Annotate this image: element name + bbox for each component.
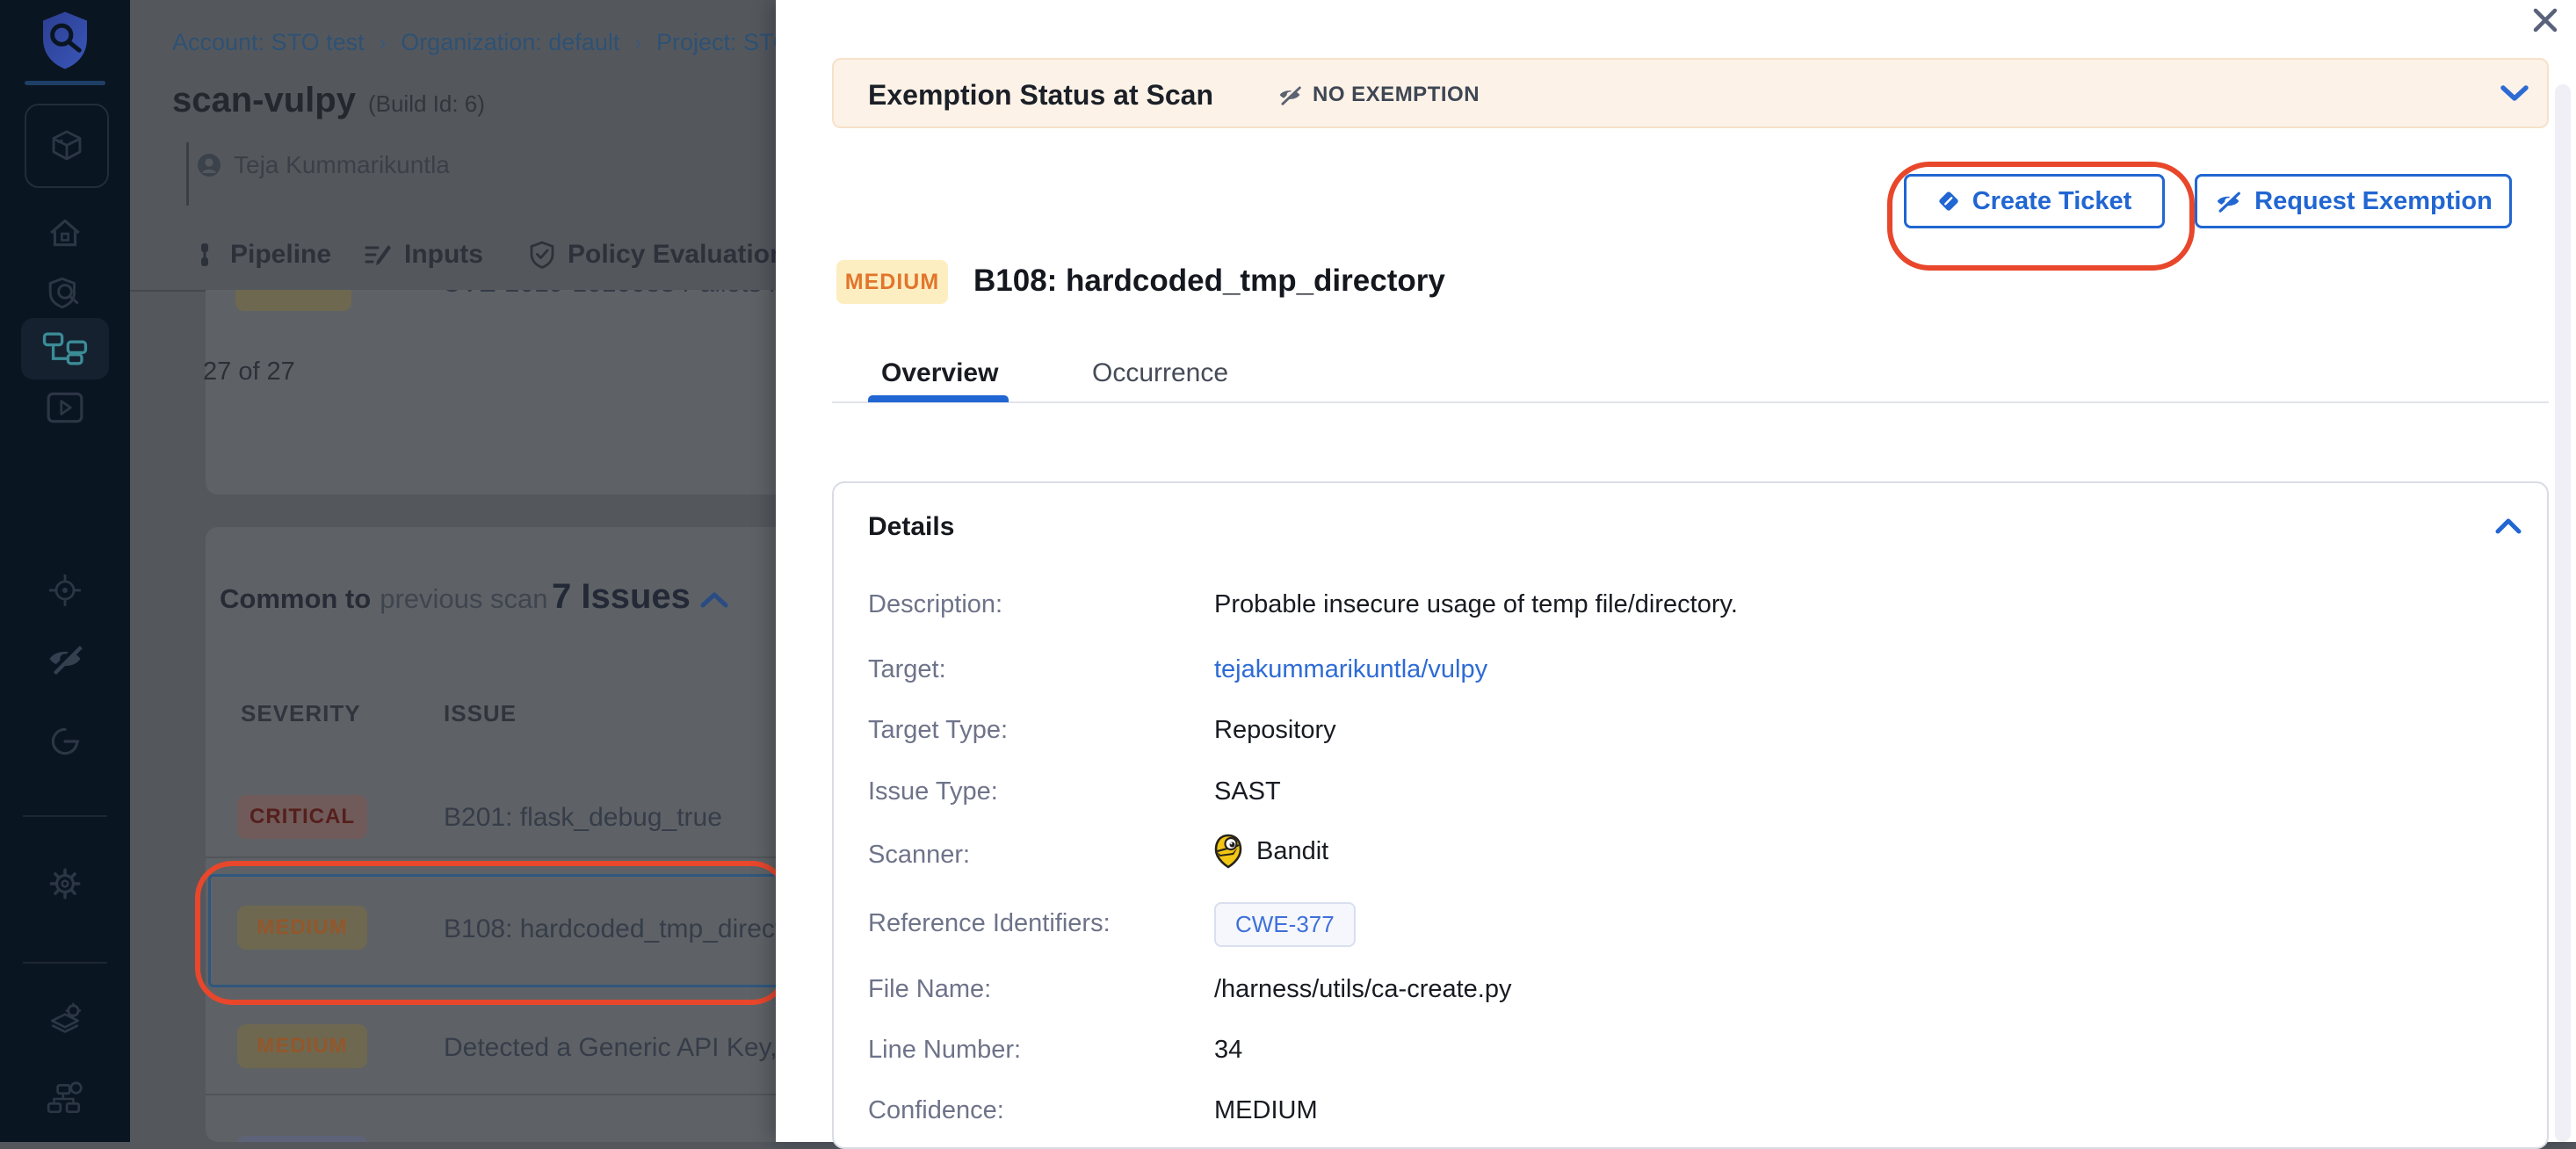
chevron-up-icon[interactable] [699, 590, 729, 610]
left-nav-sidebar [0, 0, 130, 1142]
tab-overview[interactable]: Overview [881, 358, 998, 388]
detail-row-target-type: Target Type: Repository [834, 716, 2503, 755]
tabs-divider [832, 401, 2549, 403]
row-divider [206, 1094, 777, 1095]
tab-occurrence[interactable]: Occurrence [1092, 358, 1228, 388]
detail-row-file-name: File Name: /harness/utils/ca-create.py [834, 975, 2503, 1014]
tab-policy-evaluations[interactable]: Policy Evaluations [529, 220, 777, 290]
breadcrumb-separator: › [624, 29, 653, 55]
exemptions-eye-slash-icon[interactable] [0, 631, 130, 687]
detail-row-line-number: Line Number: 34 [834, 1036, 2503, 1074]
no-exemption-eye-slash-icon [1277, 83, 1302, 106]
drawer-scrollbar[interactable] [2555, 84, 2571, 1142]
org-settings-network-icon[interactable] [0, 1070, 130, 1126]
exemption-banner-title: Exemption Status at Scan [868, 79, 1213, 112]
get-started-icon[interactable] [0, 713, 130, 770]
column-header-severity: SEVERITY [241, 700, 361, 727]
severity-badge-partial [237, 1136, 367, 1142]
exemption-status-banner[interactable]: Exemption Status at Scan NO EXEMPTION [832, 58, 2549, 128]
issues-group-count: 7 Issues [552, 577, 691, 617]
default-settings-layers-icon[interactable] [0, 993, 130, 1049]
severity-badge-medium: MEDIUM [237, 906, 367, 950]
detail-row-issue-type: Issue Type: SAST [834, 777, 2503, 816]
nav-divider [23, 815, 107, 817]
execution-tabbar: Pipeline Inputs Policy Evaluations [130, 220, 777, 292]
issue-row-text[interactable]: Detected a Generic API Key, [444, 1033, 777, 1063]
details-card-title: Details [868, 512, 954, 542]
severity-badge-medium: MEDIUM [237, 1024, 367, 1068]
cwe-reference-chip[interactable]: CWE-377 [1214, 902, 1356, 947]
clipped-issue-row[interactable]: CVE-2019-1010083 Pallets F [206, 290, 777, 314]
ticket-diamond-icon [1937, 190, 1960, 213]
request-exemption-eye-slash-icon [2214, 189, 2242, 213]
breadcrumb-account-link[interactable]: Account: STO test [172, 29, 365, 55]
author-row: Teja Kummarikuntla [197, 151, 450, 179]
executions-icon[interactable] [0, 379, 130, 436]
issues-group-header: Common toprevious scan [220, 583, 547, 615]
sto-logo-icon[interactable] [0, 12, 130, 69]
detail-row-description: Description: Probable insecure usage of … [834, 590, 2503, 629]
nav-item-pipelines-active[interactable] [21, 318, 109, 379]
request-exemption-button[interactable]: Request Exemption [2195, 174, 2512, 228]
settings-gear-icon[interactable] [0, 856, 130, 912]
scans-shield-icon[interactable] [0, 265, 130, 322]
issue-details-drawer: Exemption Status at Scan NO EXEMPTION [776, 0, 2576, 1142]
chevron-down-icon[interactable] [2499, 83, 2530, 104]
severity-badge-medium: MEDIUM [836, 260, 948, 304]
scanner-name: Bandit [1256, 837, 1328, 866]
detail-row-scanner: Scanner: Bandit [834, 841, 2503, 879]
details-card: Details Description: Probable insecure u… [832, 481, 2549, 1149]
pipeline-icon [192, 242, 218, 268]
author-divider-line [186, 142, 189, 206]
row-divider [206, 856, 777, 858]
module-selector-button[interactable] [25, 104, 109, 188]
active-tab-underline [868, 395, 1009, 402]
severity-badge-clipped [235, 290, 351, 311]
breadcrumb: Account: STO test › Organization: defaul… [172, 29, 777, 56]
page-title: scan-vulpy(Build Id: 6) [172, 81, 485, 120]
breadcrumb-separator: › [368, 29, 397, 55]
user-avatar-icon [197, 153, 221, 177]
detail-row-reference-identifiers: Reference Identifiers: CWE-377 [834, 909, 2503, 948]
background-page-content: Account: STO test › Organization: defaul… [130, 0, 777, 1142]
detail-row-confidence: Confidence: MEDIUM [834, 1096, 2503, 1135]
breadcrumb-org-link[interactable]: Organization: default [401, 29, 619, 55]
exemption-status-badge: NO EXEMPTION [1277, 83, 1480, 107]
issues-count-footer: 27 of 27 [203, 358, 295, 387]
author-name: Teja Kummarikuntla [234, 151, 450, 179]
issue-row-text[interactable]: B108: hardcoded_tmp_direct [444, 914, 777, 944]
tab-inputs[interactable]: Inputs [364, 220, 483, 290]
issues-list-card-upper [206, 290, 777, 495]
severity-badge-critical: CRITICAL [237, 795, 367, 839]
build-id-label: (Build Id: 6) [368, 90, 485, 117]
column-header-issue: ISSUE [444, 700, 517, 727]
home-icon[interactable] [0, 205, 130, 261]
create-ticket-button[interactable]: Create Ticket [1904, 174, 2165, 228]
issue-row-text[interactable]: B201: flask_debug_true [444, 803, 722, 833]
breadcrumb-project-link[interactable]: Project: STO [656, 29, 777, 55]
target-repo-link[interactable]: tejakummarikuntla/vulpy [1214, 655, 1487, 684]
tab-pipeline[interactable]: Pipeline [192, 220, 331, 290]
cube-module-icon [47, 126, 87, 166]
issue-title: B108: hardcoded_tmp_directory [973, 264, 1445, 299]
clipped-issue-text: CVE-2019-1010083 Pallets F [442, 290, 777, 299]
detail-row-target: Target: tejakummarikuntla/vulpy [834, 655, 2503, 694]
nav-divider [23, 962, 107, 964]
bandit-scanner-icon [1214, 834, 1242, 869]
inputs-icon [364, 242, 392, 268]
pipelines-icon [42, 332, 88, 365]
chevron-up-icon[interactable] [2494, 517, 2522, 536]
logo-divider [25, 81, 105, 85]
targets-icon[interactable] [0, 562, 130, 618]
policy-shield-icon [529, 241, 555, 269]
close-icon[interactable] [2530, 5, 2562, 37]
